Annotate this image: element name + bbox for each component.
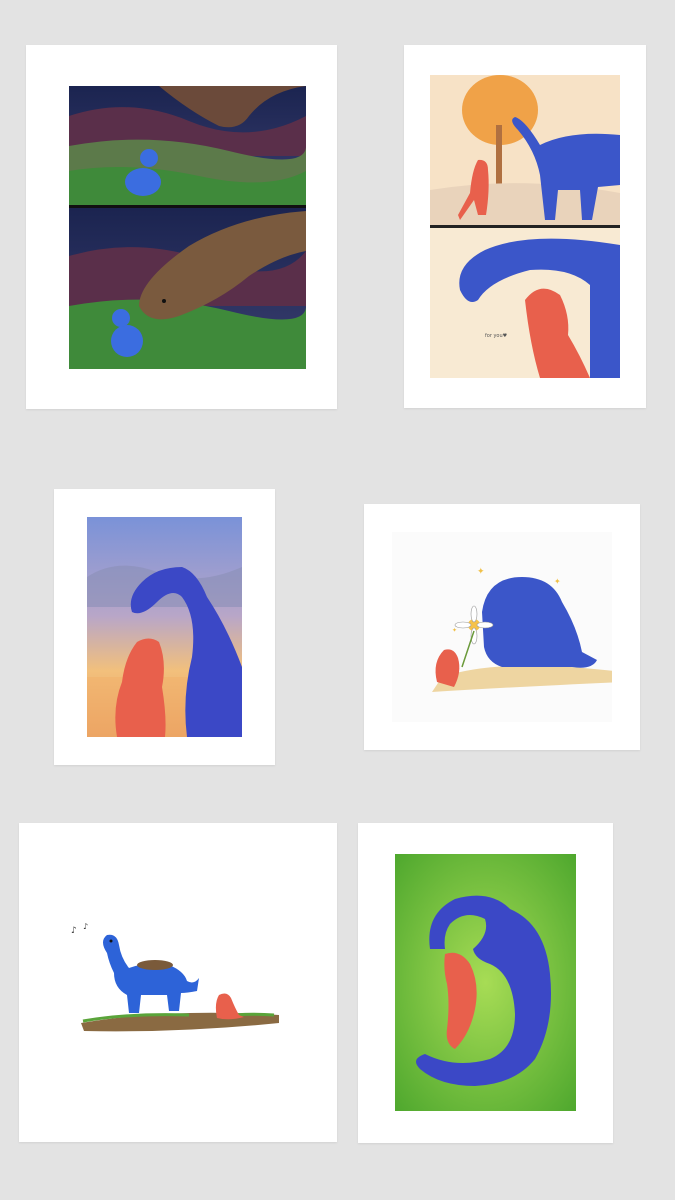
artwork-flower-gift: ✦ ✦ ✦ [392,532,612,722]
svg-text:✦: ✦ [452,627,457,634]
print-curled-sleep[interactable] [358,823,613,1143]
artwork-curled-sleep [395,854,576,1111]
print-night-meeting[interactable] [26,45,337,409]
artwork-sunset-hug [87,517,242,737]
artwork-orange-tree: for you♥ [430,75,620,378]
svg-text:✦: ✦ [554,577,561,586]
print-sunset-hug[interactable] [54,489,275,765]
svg-text:✦: ✦ [477,567,485,577]
artwork-nest-walk: ♪ ♪ [69,923,289,1043]
print-orange-tree[interactable]: for you♥ [404,45,646,408]
artwork-night-meeting [69,86,306,369]
svg-text:♪: ♪ [71,926,77,936]
print-nest-walk[interactable]: ♪ ♪ [19,823,337,1142]
print-flower-gift[interactable]: ✦ ✦ ✦ [364,504,640,750]
svg-text:♪: ♪ [83,923,88,931]
caption-for-you: for you♥ [485,333,508,339]
